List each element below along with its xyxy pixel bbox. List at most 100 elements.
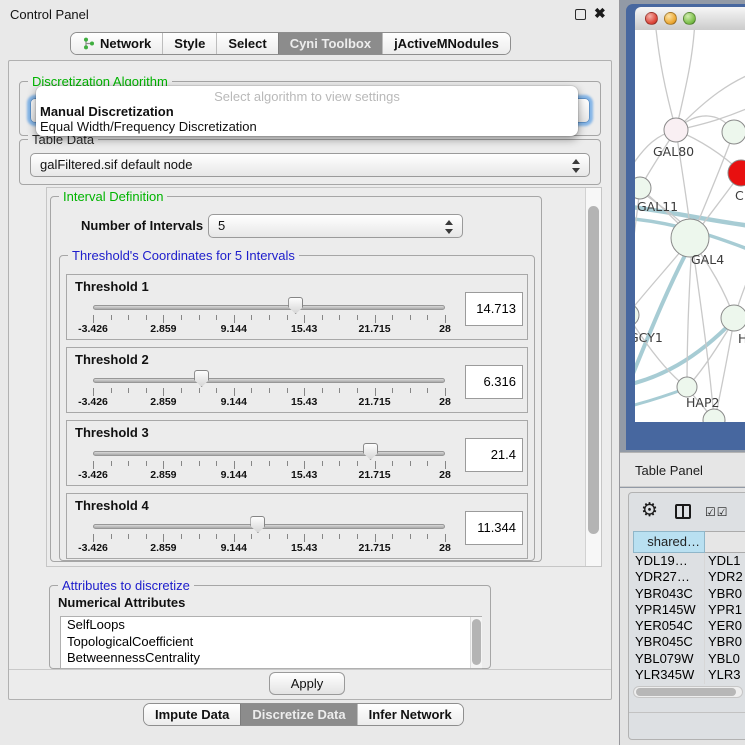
tick-mark [357,534,358,539]
slider-track[interactable] [93,378,445,383]
attribute-item[interactable]: TopologicalCoefficient [61,634,481,651]
tick-mark [216,461,217,466]
number-of-intervals-combobox[interactable]: 5 [208,214,463,238]
scrollbar-thumb[interactable] [472,619,481,665]
threshold-value-field[interactable]: 6.316 [465,365,523,399]
tab-cyni-toolbox[interactable]: Cyni Toolbox [278,33,382,54]
window-zoom-button[interactable] [683,12,696,25]
screen: Control Panel ✖ Network Style Select Cyn… [0,0,745,745]
control-panel-titlebar: Control Panel ✖ [0,0,619,28]
threshold-row: Threshold 1 -3.4262.8599.14415.4321.7152… [66,274,528,340]
slider-thumb[interactable] [250,516,265,533]
table-row[interactable]: YBL079WYBL0 [633,651,745,667]
tick-label: -3.426 [78,469,108,481]
network-node[interactable] [677,377,697,397]
tick-label: -3.426 [78,323,108,335]
gear-icon[interactable]: ⚙ [641,499,658,521]
network-node[interactable] [728,160,745,186]
tick-label: -3.426 [78,396,108,408]
tab-label: Impute Data [155,707,229,722]
checkbox-select-icons[interactable]: ☑☑ [705,505,729,519]
cell-name[interactable]: YDR2 [705,569,745,585]
control-panel-window: Control Panel ✖ Network Style Select Cyn… [0,0,620,745]
column-header-name[interactable]: n [705,531,745,553]
attribute-list-scrollbar[interactable] [470,617,482,668]
slider-track[interactable] [93,451,445,456]
cell-shared-name[interactable]: YDL19… [633,553,705,569]
network-node[interactable] [722,120,745,144]
network-edge[interactable] [676,30,695,130]
network-canvas[interactable]: GAL80GCGAL11GAL4GCY1HHAP2 [635,30,745,422]
cell-shared-name[interactable]: YPR145W [633,602,705,618]
scrollbar-thumb[interactable] [588,206,599,534]
cell-shared-name[interactable]: YBR045C [633,634,705,650]
float-panel-icon[interactable] [575,9,586,20]
threshold-value-field[interactable]: 14.713 [465,292,523,326]
tick-mark [181,388,182,393]
table-data-combobox[interactable]: galFiltered.sif default node [30,153,590,177]
table-row[interactable]: YBR045CYBR0 [633,634,745,650]
tab-discretize-data[interactable]: Discretize Data [240,704,356,725]
cell-name[interactable]: YBR0 [705,634,745,650]
cell-name[interactable]: YER0 [705,618,745,634]
table-row[interactable]: YIL053CYIL0 [633,683,745,684]
dropdown-item-equal-width-frequency[interactable]: Equal Width/Frequency Discretization [36,119,578,134]
group-title: Attributes to discretize [58,578,194,593]
slider-track[interactable] [93,305,445,310]
table-row[interactable]: YPR145WYPR1 [633,602,745,618]
vertical-scrollbar[interactable] [585,188,601,566]
cell-shared-name[interactable]: YLR345W [633,667,705,683]
cell-name[interactable]: YBR0 [705,586,745,602]
horizontal-scrollbar[interactable] [633,686,743,698]
tab-style[interactable]: Style [162,33,216,54]
table-row[interactable]: YDL19…YDL1 [633,553,745,569]
window-minimize-button[interactable] [664,12,677,25]
cell-name[interactable]: YIL0 [705,683,745,684]
cell-shared-name[interactable]: YBL079W [633,651,705,667]
close-panel-icon[interactable]: ✖ [594,5,606,22]
cell-shared-name[interactable]: YDR27… [633,569,705,585]
tab-infer-network[interactable]: Infer Network [357,704,463,725]
tick-mark [251,461,252,466]
apply-button[interactable]: Apply [269,672,345,695]
cell-name[interactable]: YDL1 [705,553,745,569]
cell-name[interactable]: YLR3 [705,667,745,683]
slider-thumb[interactable] [363,443,378,460]
window-close-button[interactable] [645,12,658,25]
columns-icon[interactable] [675,504,691,519]
cell-name[interactable]: YPR1 [705,602,745,618]
slider-thumb[interactable] [288,297,303,314]
network-window-titlebar[interactable] [635,7,745,31]
threshold-value-field[interactable]: 11.344 [465,511,523,545]
cell-shared-name[interactable]: YER054C [633,618,705,634]
tick-mark [163,315,164,323]
threshold-value-field[interactable]: 21.4 [465,438,523,472]
network-node[interactable] [635,304,639,326]
network-node[interactable] [664,118,688,142]
cell-shared-name[interactable]: YIL053C [633,683,705,684]
tab-select[interactable]: Select [216,33,277,54]
table-row[interactable]: YDR27…YDR2 [633,569,745,585]
table-row[interactable]: YER054CYER0 [633,618,745,634]
network-node[interactable] [721,305,745,331]
attribute-list[interactable]: SelfLoopsTopologicalCoefficientBetweenne… [60,616,482,669]
slider-thumb[interactable] [194,370,209,387]
tick-label: 2.859 [150,469,176,481]
attribute-item[interactable]: SelfLoops [61,617,481,634]
tick-mark [251,315,252,320]
dropdown-item-manual-discretization[interactable]: Manual Discretization [36,104,578,119]
scrollbar-thumb[interactable] [636,688,736,696]
tab-impute-data[interactable]: Impute Data [144,704,240,725]
attribute-item[interactable]: BetweennessCentrality [61,650,481,667]
slider-track[interactable] [93,524,445,529]
tab-network[interactable]: Network [71,33,162,54]
cell-name[interactable]: YBL0 [705,651,745,667]
column-header-shared-name[interactable]: shared… [633,531,705,553]
network-canvas-svg[interactable]: GAL80GCGAL11GAL4GCY1HHAP2 [635,30,745,422]
network-edge[interactable] [655,30,676,130]
table-row[interactable]: YBR043CYBR0 [633,586,745,602]
table-row[interactable]: YLR345WYLR3 [633,667,745,683]
cell-shared-name[interactable]: YBR043C [633,586,705,602]
dropdown-item-placeholder[interactable]: Select algorithm to view settings [36,89,578,104]
tab-jactivemnodules[interactable]: jActiveMNodules [382,33,510,54]
